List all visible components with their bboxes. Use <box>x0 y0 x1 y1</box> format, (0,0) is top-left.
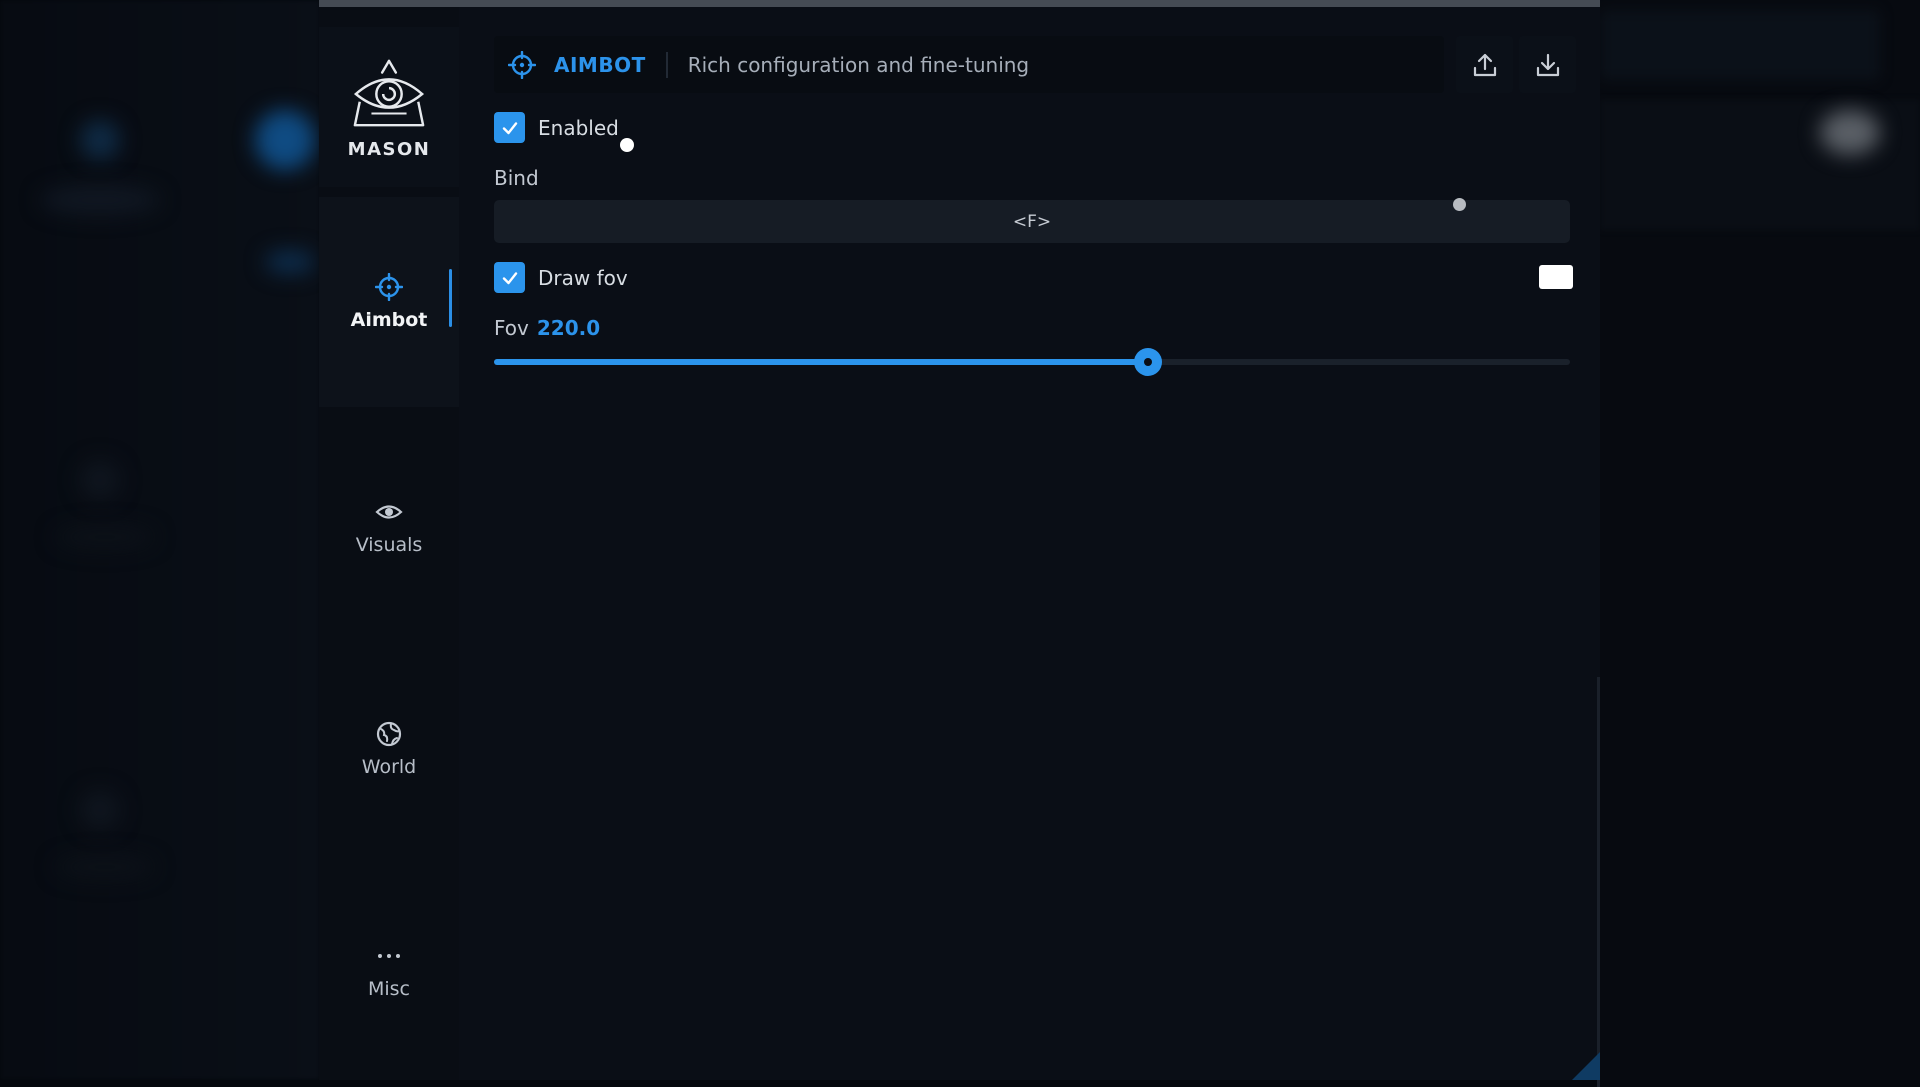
section-header: AIMBOT Rich configuration and fine-tunin… <box>494 36 1444 93</box>
eye-icon <box>375 498 403 526</box>
download-icon <box>1535 52 1561 78</box>
fov-value: 220.0 <box>537 316 600 340</box>
sidebar-item-world[interactable]: World <box>319 699 459 799</box>
sidebar-item-visuals[interactable]: Visuals <box>319 477 459 577</box>
brand-name: MASON <box>348 139 431 160</box>
bind-label: Bind <box>494 166 539 190</box>
header-divider <box>666 52 668 78</box>
upload-icon <box>1472 52 1498 78</box>
background-topbar <box>1600 10 1880 80</box>
slider-fill <box>494 359 1148 365</box>
settings-panel: AIMBOT Rich configuration and fine-tunin… <box>494 7 1574 1080</box>
sidebar-item-label: Visuals <box>356 534 423 556</box>
eye-pyramid-logo-icon <box>350 55 428 133</box>
cursor-dot <box>620 138 634 152</box>
enabled-label: Enabled <box>538 116 619 140</box>
background-blur <box>265 250 315 274</box>
window-edge <box>1597 677 1600 1087</box>
crosshair-icon <box>508 51 536 79</box>
draw-fov-label: Draw fov <box>538 266 628 290</box>
check-icon <box>500 118 520 138</box>
sidebar: MASON Aimbot Visuals World <box>319 7 459 1080</box>
brand-logo: MASON <box>319 27 459 187</box>
fov-slider[interactable] <box>494 347 1570 377</box>
enabled-checkbox[interactable] <box>494 112 525 143</box>
import-config-button[interactable] <box>1519 36 1576 93</box>
globe-icon <box>375 720 403 748</box>
sidebar-item-aimbot[interactable]: Aimbot <box>319 197 459 407</box>
fov-label: Fov <box>494 316 529 340</box>
background-blur <box>80 460 120 500</box>
sidebar-item-label: Misc <box>368 978 410 1000</box>
fov-setting: Fov 220.0 <box>494 316 600 340</box>
keybind-button[interactable]: <F> <box>494 200 1570 243</box>
draw-fov-toggle[interactable]: Draw fov <box>494 262 628 293</box>
background-blur <box>255 110 315 170</box>
enabled-toggle[interactable]: Enabled <box>494 112 619 143</box>
slider-thumb[interactable] <box>1134 348 1162 376</box>
crosshair-icon <box>375 273 403 301</box>
active-indicator <box>449 269 452 327</box>
cursor-dot <box>1453 198 1466 211</box>
more-dots-icon <box>375 942 403 970</box>
sidebar-item-misc[interactable]: Misc <box>319 921 459 1021</box>
background-blur <box>1820 110 1880 155</box>
section-title: AIMBOT <box>554 53 646 77</box>
section-subtitle: Rich configuration and fine-tuning <box>688 53 1029 77</box>
check-icon <box>500 268 520 288</box>
sidebar-item-label: Aimbot <box>351 309 428 331</box>
draw-fov-checkbox[interactable] <box>494 262 525 293</box>
fov-color-picker[interactable] <box>1539 265 1573 289</box>
sidebar-item-label: World <box>362 756 416 778</box>
cheat-menu-window: MASON Aimbot Visuals World <box>319 0 1600 1080</box>
background-blur <box>55 855 155 879</box>
resize-corner[interactable] <box>1572 1052 1600 1080</box>
background-blur <box>55 525 155 549</box>
background-blur <box>80 120 120 160</box>
export-config-button[interactable] <box>1456 36 1513 93</box>
background-blur <box>40 185 160 215</box>
background-blur <box>80 790 120 830</box>
